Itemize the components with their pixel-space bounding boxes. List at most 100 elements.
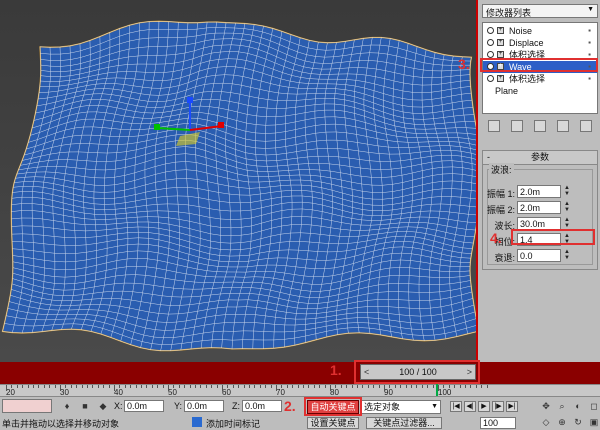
pin-stack-icon[interactable] bbox=[487, 120, 500, 132]
track-tick bbox=[411, 385, 412, 388]
remove-modifier-icon[interactable] bbox=[557, 120, 570, 132]
spinner-icon[interactable]: ▲ ▼ bbox=[563, 201, 571, 214]
track-tick bbox=[362, 385, 364, 388]
subobject-icon: ▪ bbox=[588, 26, 591, 35]
param-row: 振幅 1: 2.0m ▲ ▼ bbox=[483, 185, 593, 199]
track-tick bbox=[38, 385, 40, 388]
auto-key-highlight bbox=[304, 397, 362, 416]
lightbulb-icon[interactable] bbox=[487, 39, 494, 46]
set-key-button[interactable]: 设置关键点 bbox=[307, 417, 359, 429]
subobject-icon: ▪ bbox=[588, 74, 591, 83]
goto-end-icon[interactable]: ▶| bbox=[506, 401, 518, 412]
expand-icon[interactable]: + bbox=[497, 27, 504, 34]
maxscript-listener[interactable] bbox=[2, 399, 52, 413]
track-tick bbox=[114, 385, 115, 391]
add-time-tag[interactable]: 添加时间标记 bbox=[206, 417, 260, 430]
track-tick bbox=[200, 385, 202, 388]
track-tick bbox=[470, 385, 472, 388]
x-field[interactable]: 0.0m bbox=[124, 400, 164, 412]
prompt-line: 单击并拖动以选择并移动对象 bbox=[2, 419, 120, 429]
spinner-icon[interactable]: ▲ ▼ bbox=[563, 249, 571, 262]
playhead[interactable] bbox=[436, 384, 438, 396]
lightbulb-icon[interactable] bbox=[487, 51, 494, 58]
arc-rotate-icon[interactable]: ↻ bbox=[572, 417, 584, 428]
next-frame-icon[interactable]: |▶ bbox=[492, 401, 504, 412]
z-label: Z: bbox=[232, 401, 240, 411]
stack-item-base[interactable]: Plane bbox=[483, 85, 597, 97]
track-tick bbox=[124, 385, 126, 388]
track-tick bbox=[238, 385, 240, 388]
track-tick bbox=[222, 385, 223, 391]
field-of-view-icon[interactable]: ◇ bbox=[540, 417, 552, 428]
lightbulb-icon[interactable] bbox=[487, 27, 494, 34]
track-bar[interactable]: 20 30 40 50 60 70 80 90 100 bbox=[0, 384, 600, 397]
track-tick bbox=[49, 385, 51, 388]
param-field[interactable]: 2.0m bbox=[517, 185, 561, 198]
subobject-icon: ▪ bbox=[588, 38, 591, 47]
wave-mesh[interactable] bbox=[0, 0, 476, 362]
modifier-list-dropdown[interactable]: 修改器列表 ▼ bbox=[482, 4, 598, 18]
track-tick bbox=[173, 385, 175, 388]
make-unique-icon[interactable] bbox=[533, 120, 546, 132]
param-row: 衰退: 0.0 ▲ ▼ bbox=[483, 249, 593, 263]
track-tick bbox=[87, 385, 88, 388]
marker-2: 2. bbox=[284, 398, 296, 414]
chevron-down-icon: ▼ bbox=[587, 6, 594, 13]
zoom-icon[interactable]: ⌕ bbox=[556, 401, 568, 412]
track-tick bbox=[276, 385, 277, 391]
orbit-icon[interactable]: ◐ bbox=[572, 401, 584, 412]
track-tick bbox=[351, 385, 353, 388]
spinner-icon[interactable]: ▲ ▼ bbox=[563, 185, 571, 198]
current-frame-field[interactable]: 100 bbox=[480, 417, 516, 429]
min-max-toggle-icon[interactable]: ▣ bbox=[588, 417, 600, 428]
lock-icon[interactable]: ■ bbox=[80, 401, 90, 411]
expand-icon[interactable]: + bbox=[497, 39, 504, 46]
selection-set-dropdown[interactable]: 选定对象 ▼ bbox=[361, 400, 441, 414]
x-label: X: bbox=[114, 401, 123, 411]
track-tick bbox=[103, 385, 105, 388]
track-tick bbox=[249, 385, 250, 388]
parameters-rollout: - 参数 波浪: 振幅 1: 2.0m ▲ ▼ 振幅 2: 2.0m ▲ ▼ 波长: 30.0m ▲… bbox=[482, 150, 598, 270]
stack-item-label: Displace bbox=[509, 38, 544, 48]
goto-start-icon[interactable]: |◀ bbox=[450, 401, 462, 412]
play-icon[interactable]: ▶ bbox=[478, 401, 490, 412]
perspective-viewport[interactable] bbox=[0, 0, 476, 362]
track-tick bbox=[92, 385, 94, 388]
key-filters-button[interactable]: 关键点过滤器... bbox=[366, 417, 442, 429]
stack-item[interactable]: + 体积选择 ▪ bbox=[483, 73, 597, 85]
track-tick bbox=[421, 385, 423, 388]
y-label: Y: bbox=[174, 401, 183, 411]
track-tick bbox=[319, 385, 321, 388]
track-tick bbox=[367, 385, 369, 388]
stack-item[interactable]: + Noise ▪ bbox=[483, 25, 597, 37]
time-bar bbox=[0, 362, 600, 384]
show-end-result-icon[interactable] bbox=[510, 120, 523, 132]
configure-sets-icon[interactable] bbox=[580, 120, 593, 132]
param-field[interactable]: 0.0 bbox=[517, 249, 561, 262]
pan-icon[interactable]: ✥ bbox=[540, 401, 552, 412]
track-tick bbox=[427, 385, 429, 388]
transform-mode-icon[interactable]: ◆ bbox=[98, 401, 108, 411]
maximize-icon[interactable]: ◻ bbox=[588, 401, 600, 412]
zoom-all-icon[interactable]: ⊕ bbox=[556, 417, 568, 428]
key-icon[interactable]: ♦ bbox=[62, 401, 72, 411]
track-tick bbox=[205, 385, 207, 388]
track-tick bbox=[416, 385, 418, 388]
track-tick bbox=[378, 385, 380, 388]
track-tick bbox=[27, 385, 29, 388]
z-field[interactable]: 0.0m bbox=[242, 400, 282, 412]
track-tick bbox=[232, 385, 234, 388]
prev-frame-icon[interactable]: ◀| bbox=[464, 401, 476, 412]
expand-icon[interactable]: + bbox=[497, 51, 504, 58]
stack-item[interactable]: + Displace ▪ bbox=[483, 37, 597, 49]
expand-icon[interactable]: + bbox=[497, 75, 504, 82]
track-tick bbox=[465, 385, 466, 388]
command-panel: 修改器列表 ▼ + Noise ▪ + Displace ▪ + 体积选择 ▪ + Wave ▪ + 体积… bbox=[476, 0, 600, 362]
track-tick bbox=[438, 385, 439, 391]
y-field[interactable]: 0.0m bbox=[184, 400, 224, 412]
lightbulb-icon[interactable] bbox=[487, 75, 494, 82]
track-tick bbox=[308, 385, 310, 388]
param-label: 振幅 1: bbox=[486, 189, 515, 199]
track-tick bbox=[227, 385, 229, 388]
param-field[interactable]: 2.0m bbox=[517, 201, 561, 214]
